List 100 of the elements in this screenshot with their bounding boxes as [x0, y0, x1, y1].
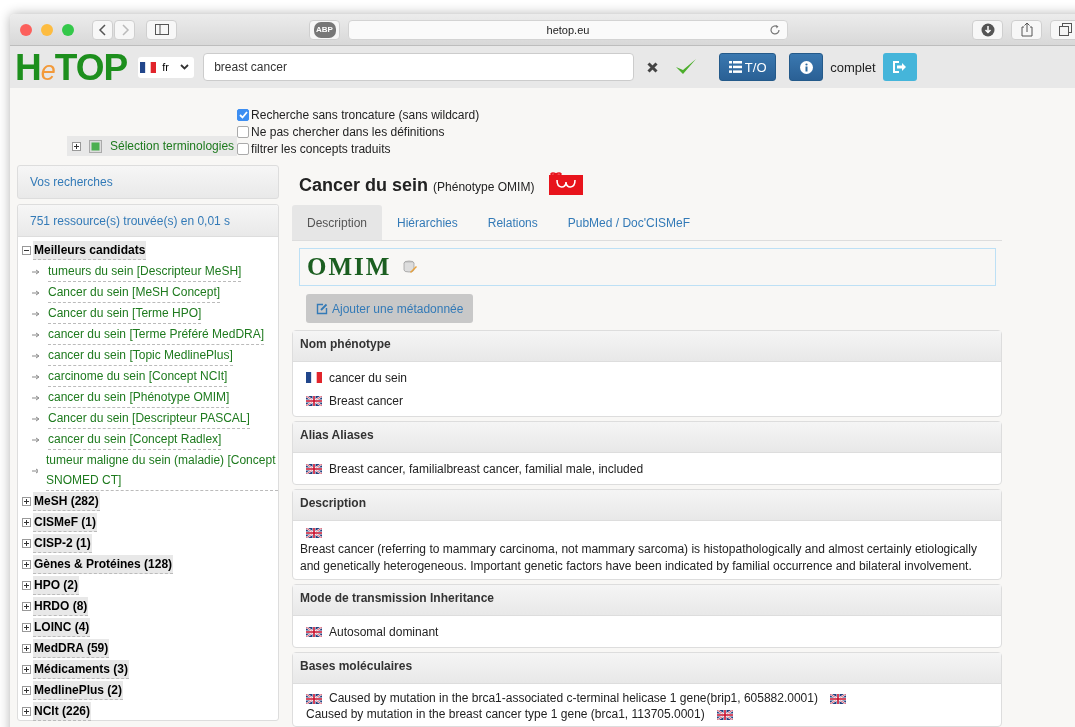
collapse-icon[interactable] [22, 246, 31, 255]
chevron-down-icon [180, 64, 190, 70]
value-text: Caused by mutation in the brca1-associated c-terminal helicase 1 gene(brip1, 605882.0001) [329, 691, 818, 705]
expand-icon[interactable] [22, 581, 31, 590]
result-link[interactable]: tumeur maligne du sein (maladie) [Concept SNOMED CT] [46, 450, 278, 491]
british-flag-icon [306, 463, 322, 474]
result-link[interactable]: cancer du sein [Concept Radlex] [48, 429, 222, 450]
expand-icon[interactable] [22, 560, 31, 569]
terminology-icon [89, 139, 102, 153]
result-link[interactable]: Cancer du sein [MeSH Concept] [48, 282, 221, 303]
checkbox-label[interactable]: Ne pas chercher dans les définitions [251, 124, 445, 139]
french-flag-icon [306, 372, 322, 383]
tab[interactable]: Relations [472, 205, 553, 240]
result-link[interactable]: cancer du sein [Topic MedlinePlus] [48, 345, 233, 366]
checkbox[interactable] [237, 125, 250, 138]
arrow-icon [32, 373, 40, 380]
arrow-icon [32, 310, 40, 317]
description-text: Breast cancer (referring to mammary carcinoma, not mammary sarcoma) is histopathologically and almost certainly etiologically and genetically heterogeneous. Important genetic factors have been indicated by familial occurrence and bilateral involvement. [300, 541, 978, 575]
tree-category[interactable]: HRDO (8) [33, 597, 89, 616]
ribbon-icon [549, 171, 584, 195]
language-select[interactable]: fr [138, 56, 195, 78]
expand-icon[interactable] [22, 518, 31, 527]
british-flag-icon [716, 709, 733, 720]
result-link[interactable]: Cancer du sein [Terme HPO] [48, 303, 202, 324]
edit-icon [316, 302, 328, 315]
search-field[interactable]: breast cancer [203, 53, 635, 81]
british-flag-icon [306, 626, 322, 637]
tree-category[interactable]: Médicaments (3) [33, 660, 130, 679]
tree-category[interactable]: Gènes & Protéines (128) [33, 555, 174, 574]
tabs-button[interactable] [1050, 19, 1075, 40]
arrow-icon [32, 436, 40, 443]
result-link[interactable]: tumeurs du sein [Descripteur MeSH] [48, 261, 242, 282]
logout-icon [892, 61, 908, 73]
list-icon [728, 61, 742, 73]
expand-icon[interactable] [22, 686, 31, 695]
tab[interactable]: Hiérarchies [382, 205, 473, 240]
checkbox[interactable] [237, 108, 250, 121]
section-header: Bases moléculaires [293, 653, 1001, 684]
tabs-icon [1059, 23, 1072, 36]
tree-category[interactable]: LOINC (4) [33, 618, 91, 637]
result-link[interactable]: carcinome du sein [Concept NCIt] [48, 366, 228, 387]
back-button[interactable] [92, 19, 113, 40]
adblock-button[interactable]: ABP [309, 19, 340, 40]
results-panel-header: 751 ressource(s) trouvée(s) en 0,01 s [18, 205, 278, 237]
tree-category[interactable]: CISP-2 (1) [33, 534, 92, 553]
tree-category[interactable]: NCIt (226) [33, 702, 91, 721]
concept-type: (Phénotype OMIM) [433, 179, 535, 194]
expand-icon[interactable] [22, 539, 31, 548]
sidebar-button[interactable] [146, 19, 177, 40]
arrow-icon [32, 289, 40, 296]
result-link[interactable]: Cancer du sein [Descripteur PASCAL] [48, 408, 250, 429]
chevron-left-icon [97, 22, 108, 37]
british-flag-icon [829, 693, 846, 704]
tree-category[interactable]: HPO (2) [33, 576, 79, 595]
list-button[interactable]: T/O [719, 53, 777, 81]
download-button[interactable] [972, 19, 1003, 40]
british-flag-icon [306, 693, 322, 704]
expand-icon[interactable] [22, 644, 31, 653]
mode-label: complet [830, 59, 876, 75]
section-header: Nom phénotype [293, 331, 1001, 362]
value-text: Breast cancer, familialbreast cancer, familial male, included [329, 461, 644, 476]
tree-category[interactable]: Meilleurs candidats [33, 241, 147, 260]
british-flag-icon [306, 395, 322, 406]
tab[interactable]: PubMed / Doc'CISMeF [552, 205, 706, 240]
checkmark-icon[interactable] [675, 58, 698, 76]
tree-category[interactable]: MedDRA (59) [33, 639, 110, 658]
download-icon [980, 22, 995, 37]
value-text: Autosomal dominant [329, 624, 439, 639]
arrow-icon [32, 415, 40, 422]
expand-icon[interactable] [22, 665, 31, 674]
clear-icon[interactable] [647, 61, 659, 73]
info-button[interactable] [789, 53, 824, 81]
result-link[interactable]: cancer du sein [Phénotype OMIM] [48, 387, 230, 408]
info-icon [799, 60, 813, 74]
expand-icon[interactable] [22, 602, 31, 611]
result-link[interactable]: cancer du sein [Terme Préféré MedDRA] [48, 324, 265, 345]
arrow-icon [32, 331, 40, 338]
arrow-icon [32, 268, 40, 275]
tree-category[interactable]: MedlinePlus (2) [33, 681, 123, 700]
checkbox-label[interactable]: Recherche sans troncature (sans wildcard) [251, 107, 480, 122]
chevron-right-icon [119, 22, 130, 37]
tree-category[interactable]: CISMeF (1) [33, 513, 97, 532]
checkbox[interactable] [237, 142, 250, 155]
tab[interactable]: Description [292, 205, 383, 240]
sidebar-icon [154, 24, 169, 35]
expand-icon[interactable] [72, 141, 81, 151]
tree-category[interactable]: MeSH (282) [33, 492, 100, 511]
section-header: Description [293, 490, 1001, 521]
expand-icon[interactable] [22, 623, 31, 632]
value-text: Caused by mutation in the breast cancer type 1 gene (brca1, 113705.0001) [306, 707, 705, 721]
checkbox-label[interactable]: filtrer les concepts traduits [251, 141, 391, 156]
history-panel[interactable]: Vos recherches [17, 165, 279, 199]
reload-icon[interactable] [769, 23, 781, 36]
value-text: Breast cancer [329, 393, 404, 408]
concept-title: Cancer du sein [299, 174, 429, 196]
site-logo[interactable]: HeTOP [15, 48, 128, 86]
expand-icon[interactable] [22, 707, 31, 716]
expand-icon[interactable] [22, 497, 31, 506]
terminology-selection[interactable]: Sélection terminologies [67, 136, 238, 156]
address-bar[interactable]: hetop.eu [348, 19, 788, 40]
